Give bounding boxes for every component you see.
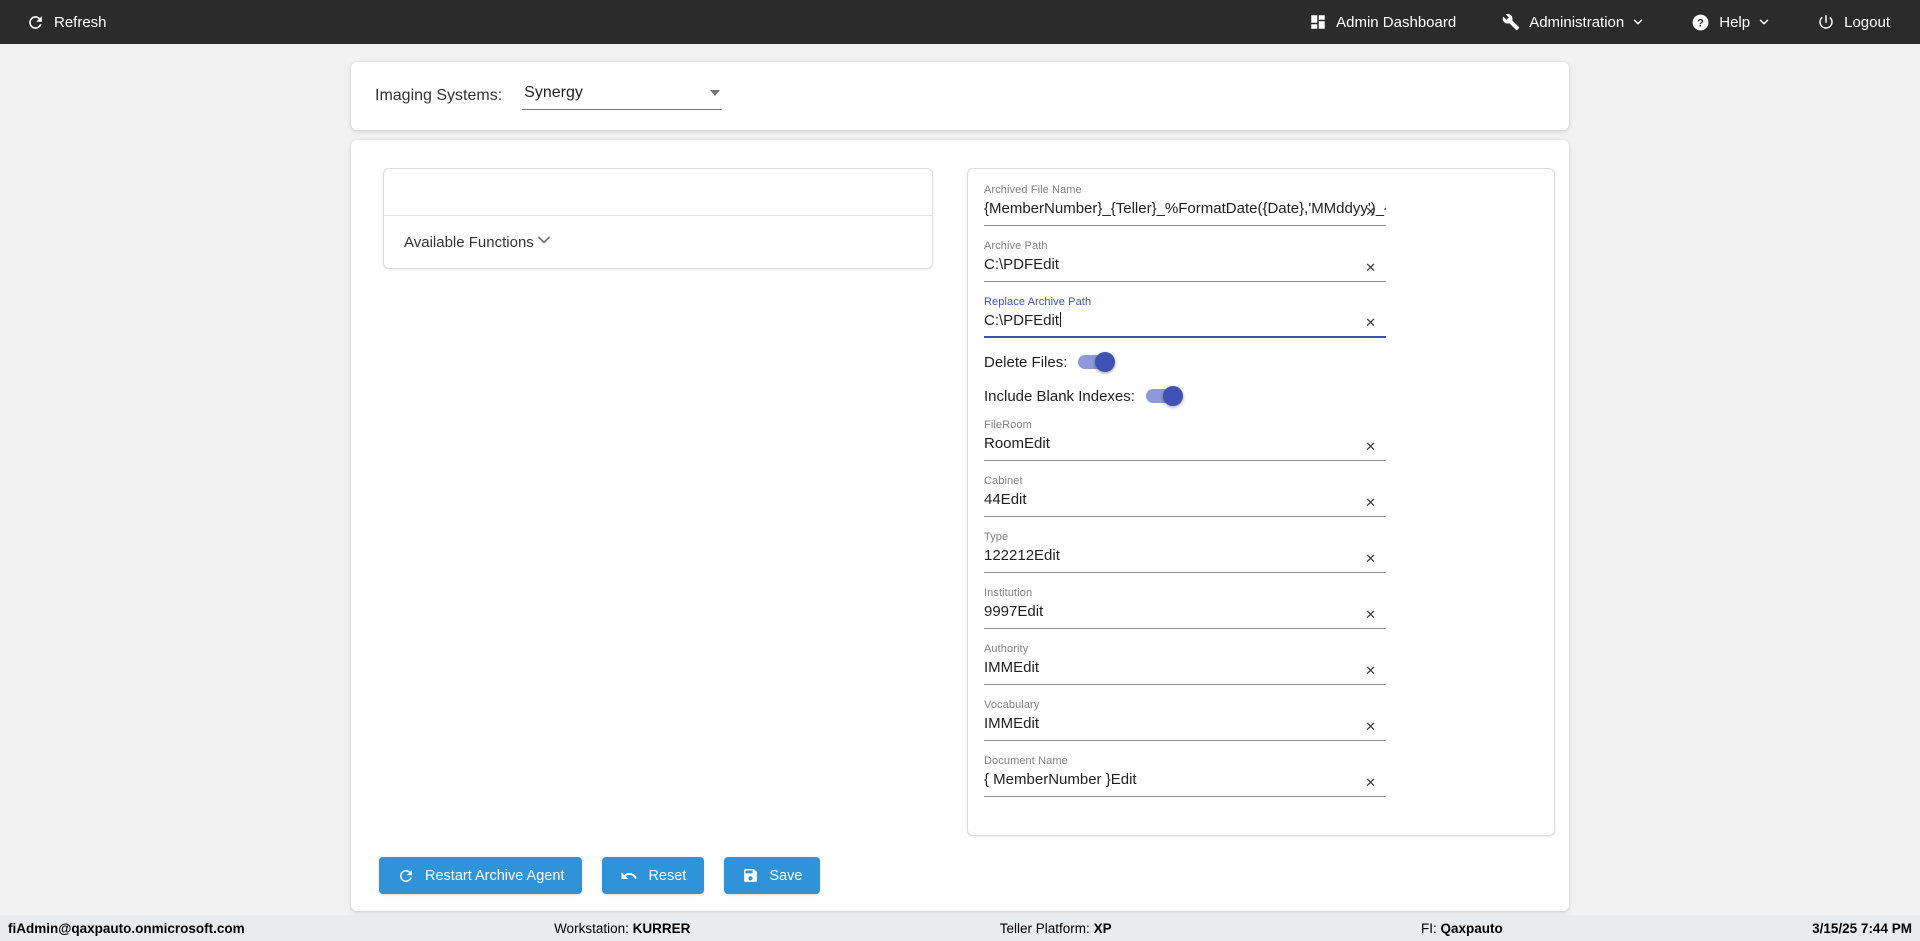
user-email: fiAdmin@qaxpauto.onmicrosoft.com	[8, 920, 245, 936]
datetime-status: 3/15/25 7:44 PM	[1812, 920, 1912, 936]
clear-icon[interactable]: ✕	[1365, 776, 1376, 789]
refresh-label: Refresh	[54, 13, 107, 31]
archived-file-name-input[interactable]: {MemberNumber}_{Teller}_%FormatDate({Dat…	[984, 200, 1386, 219]
replace-archive-path-input[interactable]: C:\PDFEdit	[984, 312, 1386, 331]
power-icon	[1817, 13, 1835, 31]
chevron-down-icon	[1757, 15, 1771, 29]
chevron-down-icon	[534, 230, 554, 254]
reset-label: Reset	[648, 867, 687, 884]
main-card: Available Functions Archived File Name {…	[351, 140, 1569, 911]
fileroom-input[interactable]: RoomEdit	[984, 435, 1386, 454]
archive-settings-form: Archived File Name {MemberNumber}_{Telle…	[967, 168, 1555, 836]
available-functions-panel: Available Functions	[383, 168, 933, 269]
field-label: Type	[984, 531, 1009, 543]
fi-status: FI: Qaxpauto	[1420, 920, 1503, 936]
logout-button[interactable]: Logout	[1817, 13, 1890, 31]
available-functions-expander[interactable]: Available Functions	[384, 216, 932, 268]
admin-dashboard-link[interactable]: Admin Dashboard	[1309, 13, 1456, 31]
archive-path-input[interactable]: C:\PDFEdit	[984, 256, 1386, 275]
vocabulary-input[interactable]: IMMEdit	[984, 715, 1386, 734]
teller-platform-status: Teller Platform: XP	[999, 920, 1112, 936]
include-blank-indexes-row: Include Blank Indexes:	[984, 386, 1538, 406]
help-menu[interactable]: ? Help	[1691, 13, 1771, 32]
authority-input[interactable]: IMMEdit	[984, 659, 1386, 678]
available-functions-label: Available Functions	[404, 233, 534, 251]
save-icon	[742, 867, 759, 884]
refresh-button[interactable]: Refresh	[26, 13, 107, 32]
field-label: Vocabulary	[984, 699, 1040, 711]
imaging-systems-card: Imaging Systems: Synergy	[351, 62, 1569, 130]
refresh-icon	[397, 867, 415, 885]
clear-icon[interactable]: ✕	[1365, 552, 1376, 565]
cabinet-input[interactable]: 44Edit	[984, 491, 1386, 510]
toggle-thumb	[1162, 386, 1183, 406]
logout-label: Logout	[1844, 13, 1890, 31]
delete-files-toggle[interactable]	[1078, 352, 1116, 372]
undo-icon	[620, 867, 638, 885]
field-label: FileRoom	[984, 419, 1032, 431]
field-label: Document Name	[984, 755, 1068, 767]
delete-files-row: Delete Files:	[984, 352, 1538, 372]
dashboard-icon	[1309, 13, 1327, 31]
include-blank-indexes-toggle[interactable]	[1145, 386, 1183, 406]
chevron-down-icon	[1631, 15, 1645, 29]
clear-icon[interactable]: ✕	[1365, 316, 1376, 329]
imaging-system-select[interactable]: Synergy	[522, 82, 723, 110]
clear-icon[interactable]: ✕	[1365, 608, 1376, 621]
restart-archive-agent-button[interactable]: Restart Archive Agent	[379, 857, 583, 894]
wrench-icon	[1502, 13, 1520, 31]
reset-button[interactable]: Reset	[602, 857, 705, 894]
field-label: Replace Archive Path	[984, 296, 1092, 308]
delete-files-label: Delete Files:	[984, 353, 1068, 371]
type-input[interactable]: 122212Edit	[984, 547, 1386, 566]
vocabulary-field: Vocabulary IMMEdit ✕	[984, 698, 1386, 741]
imaging-systems-label: Imaging Systems:	[375, 87, 503, 104]
archive-path-field: Archive Path C:\PDFEdit ✕	[984, 239, 1386, 282]
institution-input[interactable]: 9997Edit	[984, 603, 1386, 622]
action-buttons: Restart Archive Agent Reset Save	[379, 857, 821, 894]
document-name-input[interactable]: { MemberNumber }Edit	[984, 771, 1386, 790]
help-label: Help	[1719, 13, 1751, 31]
type-field: Type 122212Edit ✕	[984, 530, 1386, 573]
functions-empty-box	[384, 169, 932, 216]
admin-dashboard-label: Admin Dashboard	[1336, 13, 1457, 31]
authority-field: Authority IMMEdit ✕	[984, 642, 1386, 685]
restart-archive-agent-label: Restart Archive Agent	[425, 867, 565, 884]
replace-archive-path-field: Replace Archive Path C:\PDFEdit ✕	[984, 295, 1386, 338]
include-blank-indexes-label: Include Blank Indexes:	[984, 387, 1135, 405]
clear-icon[interactable]: ✕	[1365, 261, 1376, 274]
clear-icon[interactable]: ✕	[1365, 720, 1376, 733]
dropdown-arrow-icon	[710, 90, 721, 96]
institution-field: Institution 9997Edit ✕	[984, 586, 1386, 629]
archived-file-name-field: Archived File Name {MemberNumber}_{Telle…	[984, 183, 1386, 226]
fileroom-field: FileRoom RoomEdit ✕	[984, 418, 1386, 461]
refresh-icon	[26, 13, 45, 32]
clear-icon[interactable]: ✕	[1365, 205, 1376, 218]
clear-icon[interactable]: ✕	[1365, 440, 1376, 453]
help-icon: ?	[1691, 13, 1710, 32]
document-name-field: Document Name { MemberNumber }Edit ✕	[984, 754, 1386, 797]
administration-label: Administration	[1529, 13, 1625, 31]
field-label: Archive Path	[984, 240, 1048, 252]
imaging-system-selected-value: Synergy	[524, 84, 583, 101]
clear-icon[interactable]: ✕	[1365, 496, 1376, 509]
field-label: Authority	[984, 643, 1029, 655]
clear-icon[interactable]: ✕	[1365, 664, 1376, 677]
toggle-thumb	[1095, 352, 1116, 372]
status-bar: fiAdmin@qaxpauto.onmicrosoft.com Worksta…	[0, 915, 1920, 941]
text-cursor	[1060, 312, 1062, 327]
cabinet-field: Cabinet 44Edit ✕	[984, 474, 1386, 517]
field-label: Cabinet	[984, 475, 1023, 487]
workstation-status: Workstation: KURRER	[554, 920, 691, 936]
save-label: Save	[769, 867, 803, 884]
save-button[interactable]: Save	[724, 857, 821, 894]
top-navbar: Refresh Admin Dashboard Administration ?…	[0, 0, 1920, 44]
field-label: Institution	[984, 587, 1033, 599]
administration-menu[interactable]: Administration	[1502, 13, 1645, 31]
svg-text:?: ?	[1697, 17, 1704, 29]
field-label: Archived File Name	[984, 184, 1082, 196]
